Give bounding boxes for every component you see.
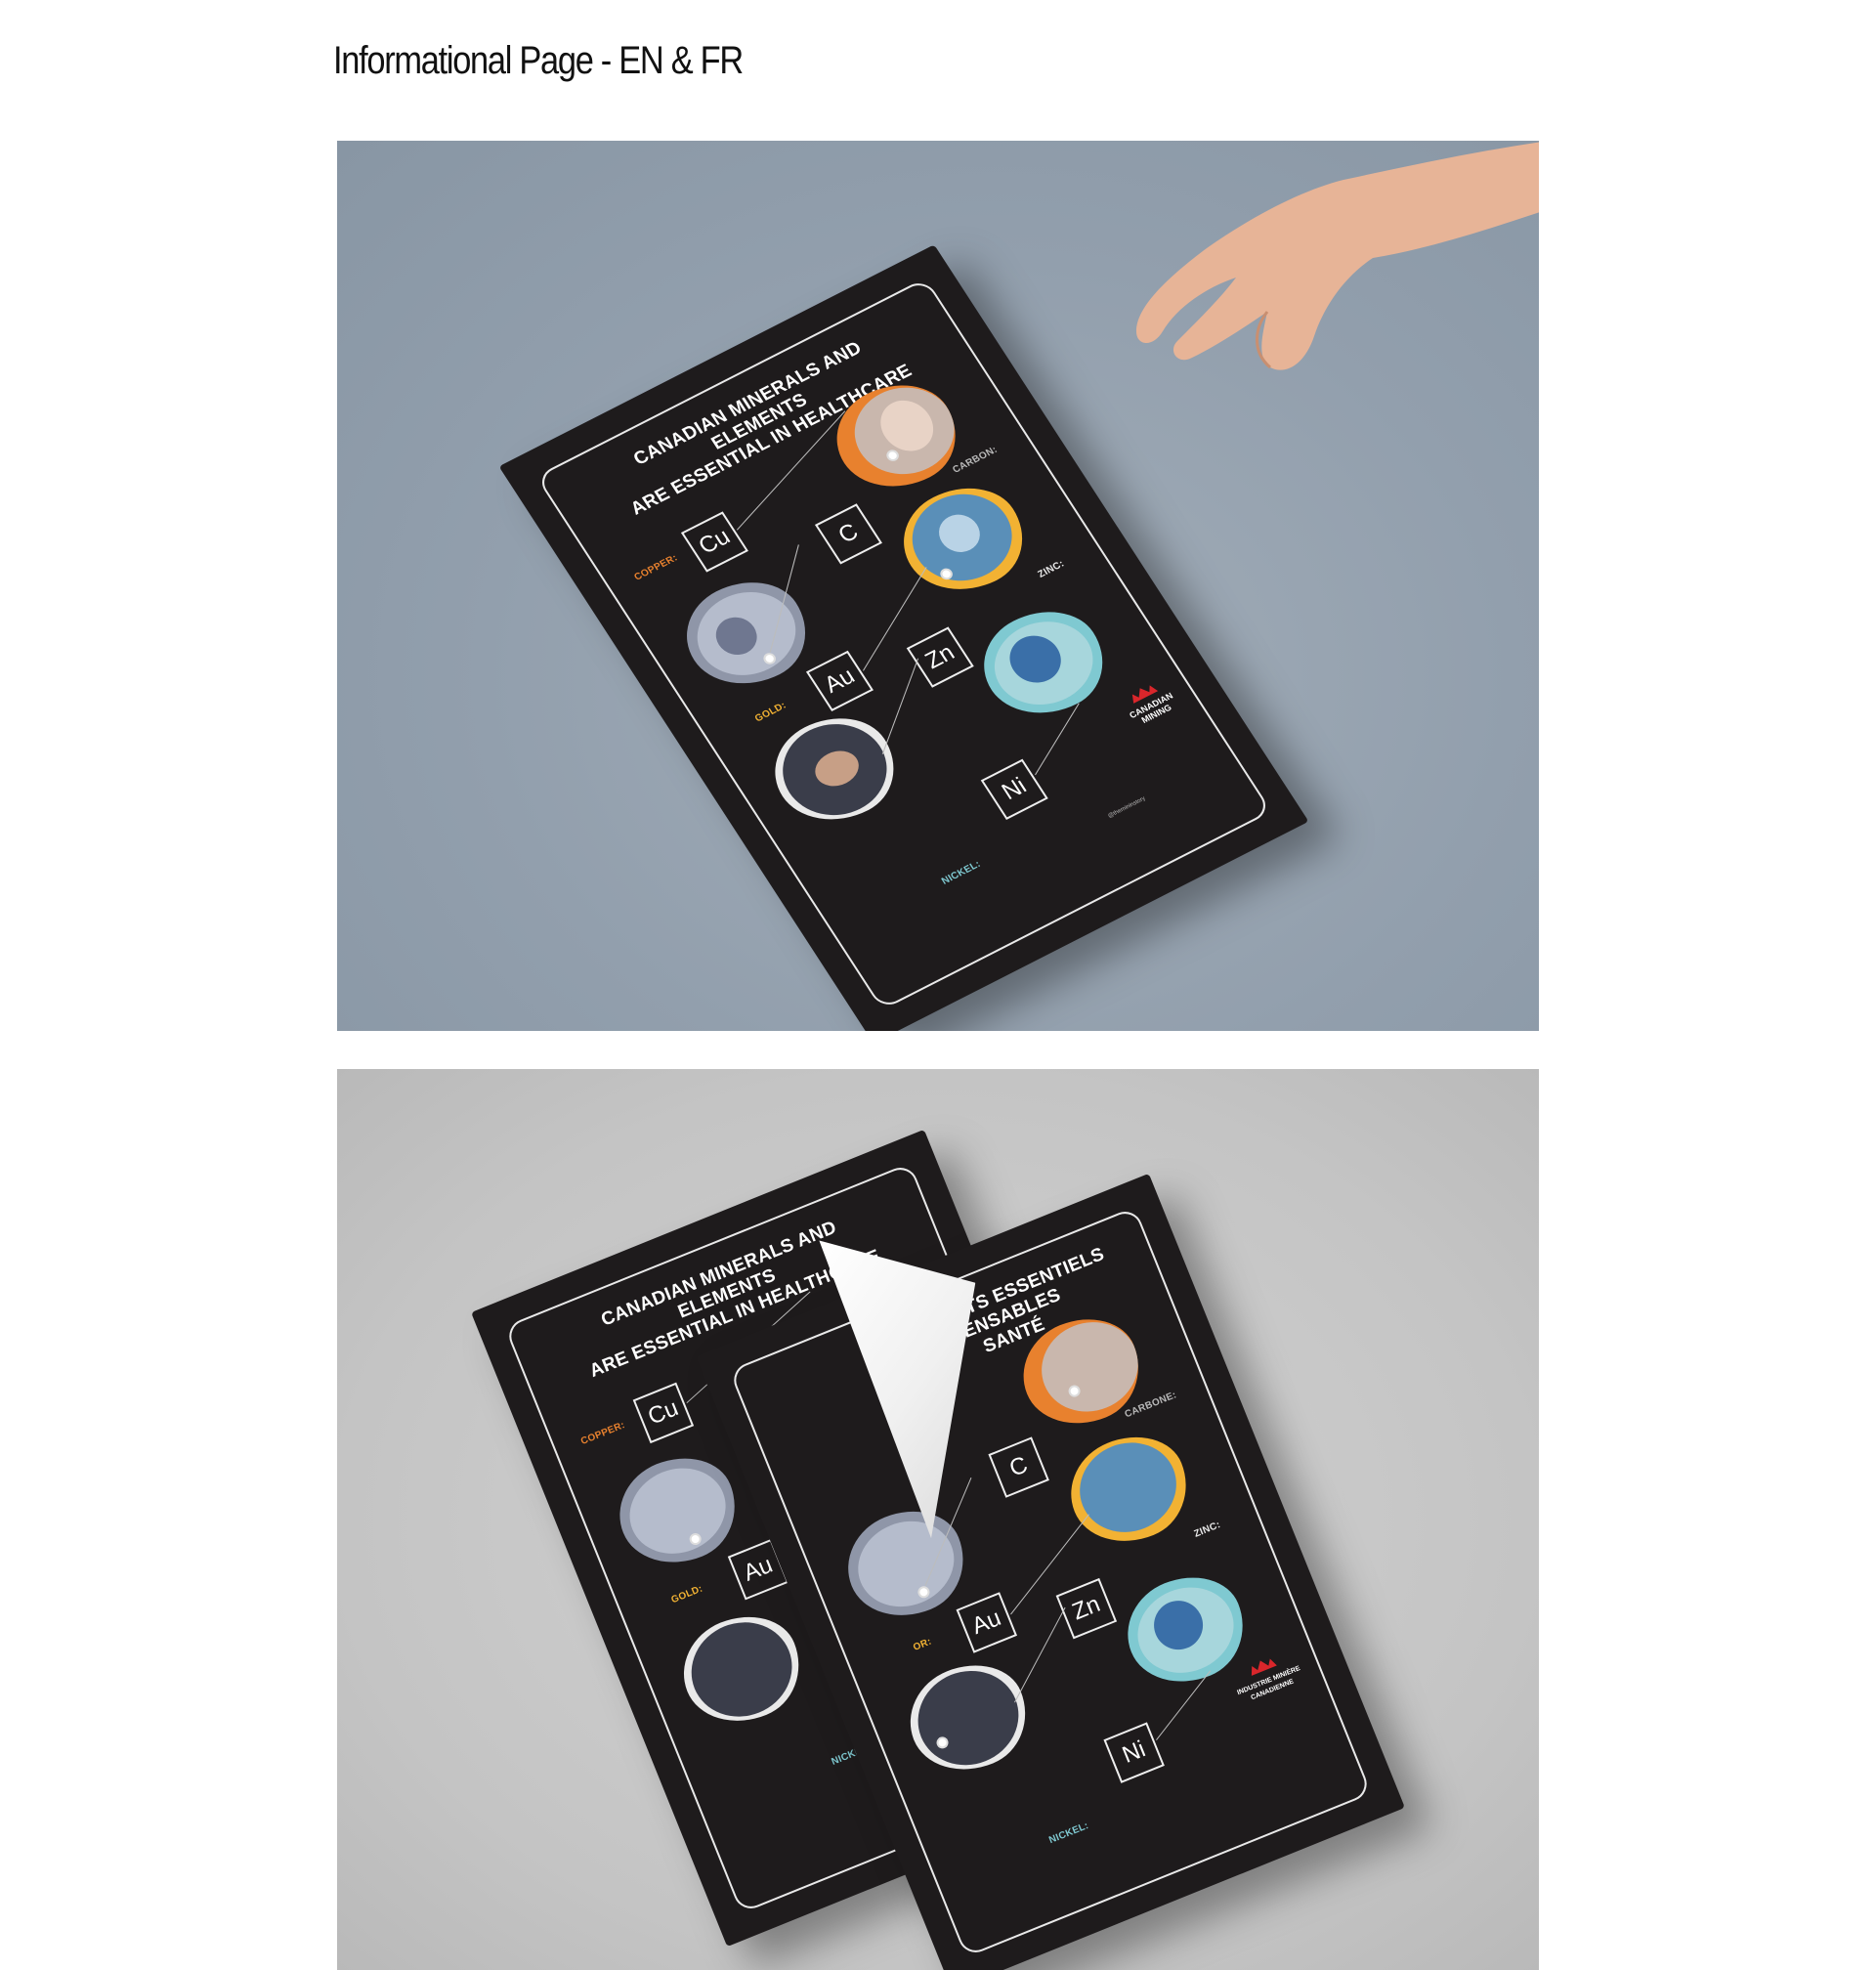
page-title: Informational Page - EN & FR: [333, 39, 744, 82]
mockup-two-flyers: CANADIAN MINERALS AND ELEMENTS ARE ESSEN…: [337, 1069, 1539, 1970]
mockup-hand-flyer: CANADIAN MINERALS AND ELEMENTS ARE ESSEN…: [337, 141, 1539, 1031]
